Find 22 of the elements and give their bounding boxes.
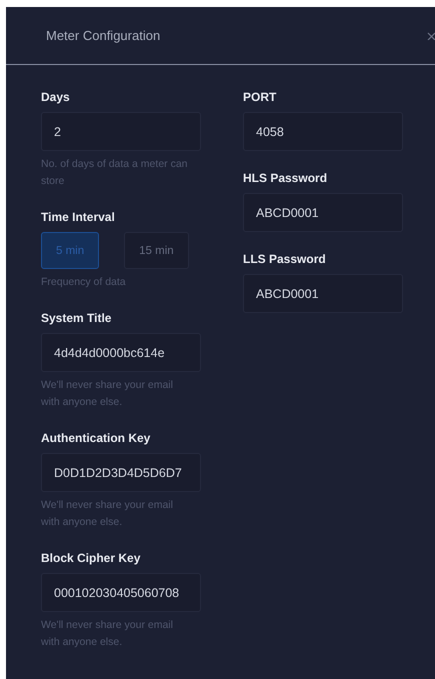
input-field[interactable]: D0D1D2D3D4D5D6D7 bbox=[41, 453, 201, 492]
input-field[interactable]: 4d4d4d0000bc614e bbox=[41, 333, 201, 372]
dialog-title: Meter Configuration bbox=[46, 28, 160, 43]
input-field[interactable]: ABCD0001 bbox=[243, 193, 403, 232]
field-label: PORT bbox=[243, 90, 278, 104]
input-field[interactable]: 000102030405060708 bbox=[41, 573, 201, 612]
help-text: We'll never share your email with anyone else. bbox=[41, 618, 174, 650]
field-label: LLS Password bbox=[243, 252, 327, 266]
input-field[interactable]: ABCD0001 bbox=[243, 274, 403, 313]
help-text: We'll never share your email with anyone else. bbox=[41, 378, 174, 410]
input-field[interactable]: 2 bbox=[41, 112, 201, 151]
help-text: No. of days of data a meter can store bbox=[41, 157, 188, 189]
field-label: HLS Password bbox=[243, 171, 328, 185]
field-label: Days bbox=[41, 90, 71, 104]
field-label: Authentication Key bbox=[41, 431, 152, 445]
close-icon[interactable] bbox=[427, 32, 435, 40]
field-label: Block Cipher Key bbox=[41, 551, 142, 565]
field-label: Time Interval bbox=[41, 210, 116, 224]
input-field[interactable]: 4058 bbox=[243, 112, 403, 151]
help-text: Frequency of data bbox=[41, 275, 127, 290]
field-label: System Title bbox=[41, 311, 112, 325]
help-text: We'll never share your email with anyone else. bbox=[41, 498, 174, 530]
